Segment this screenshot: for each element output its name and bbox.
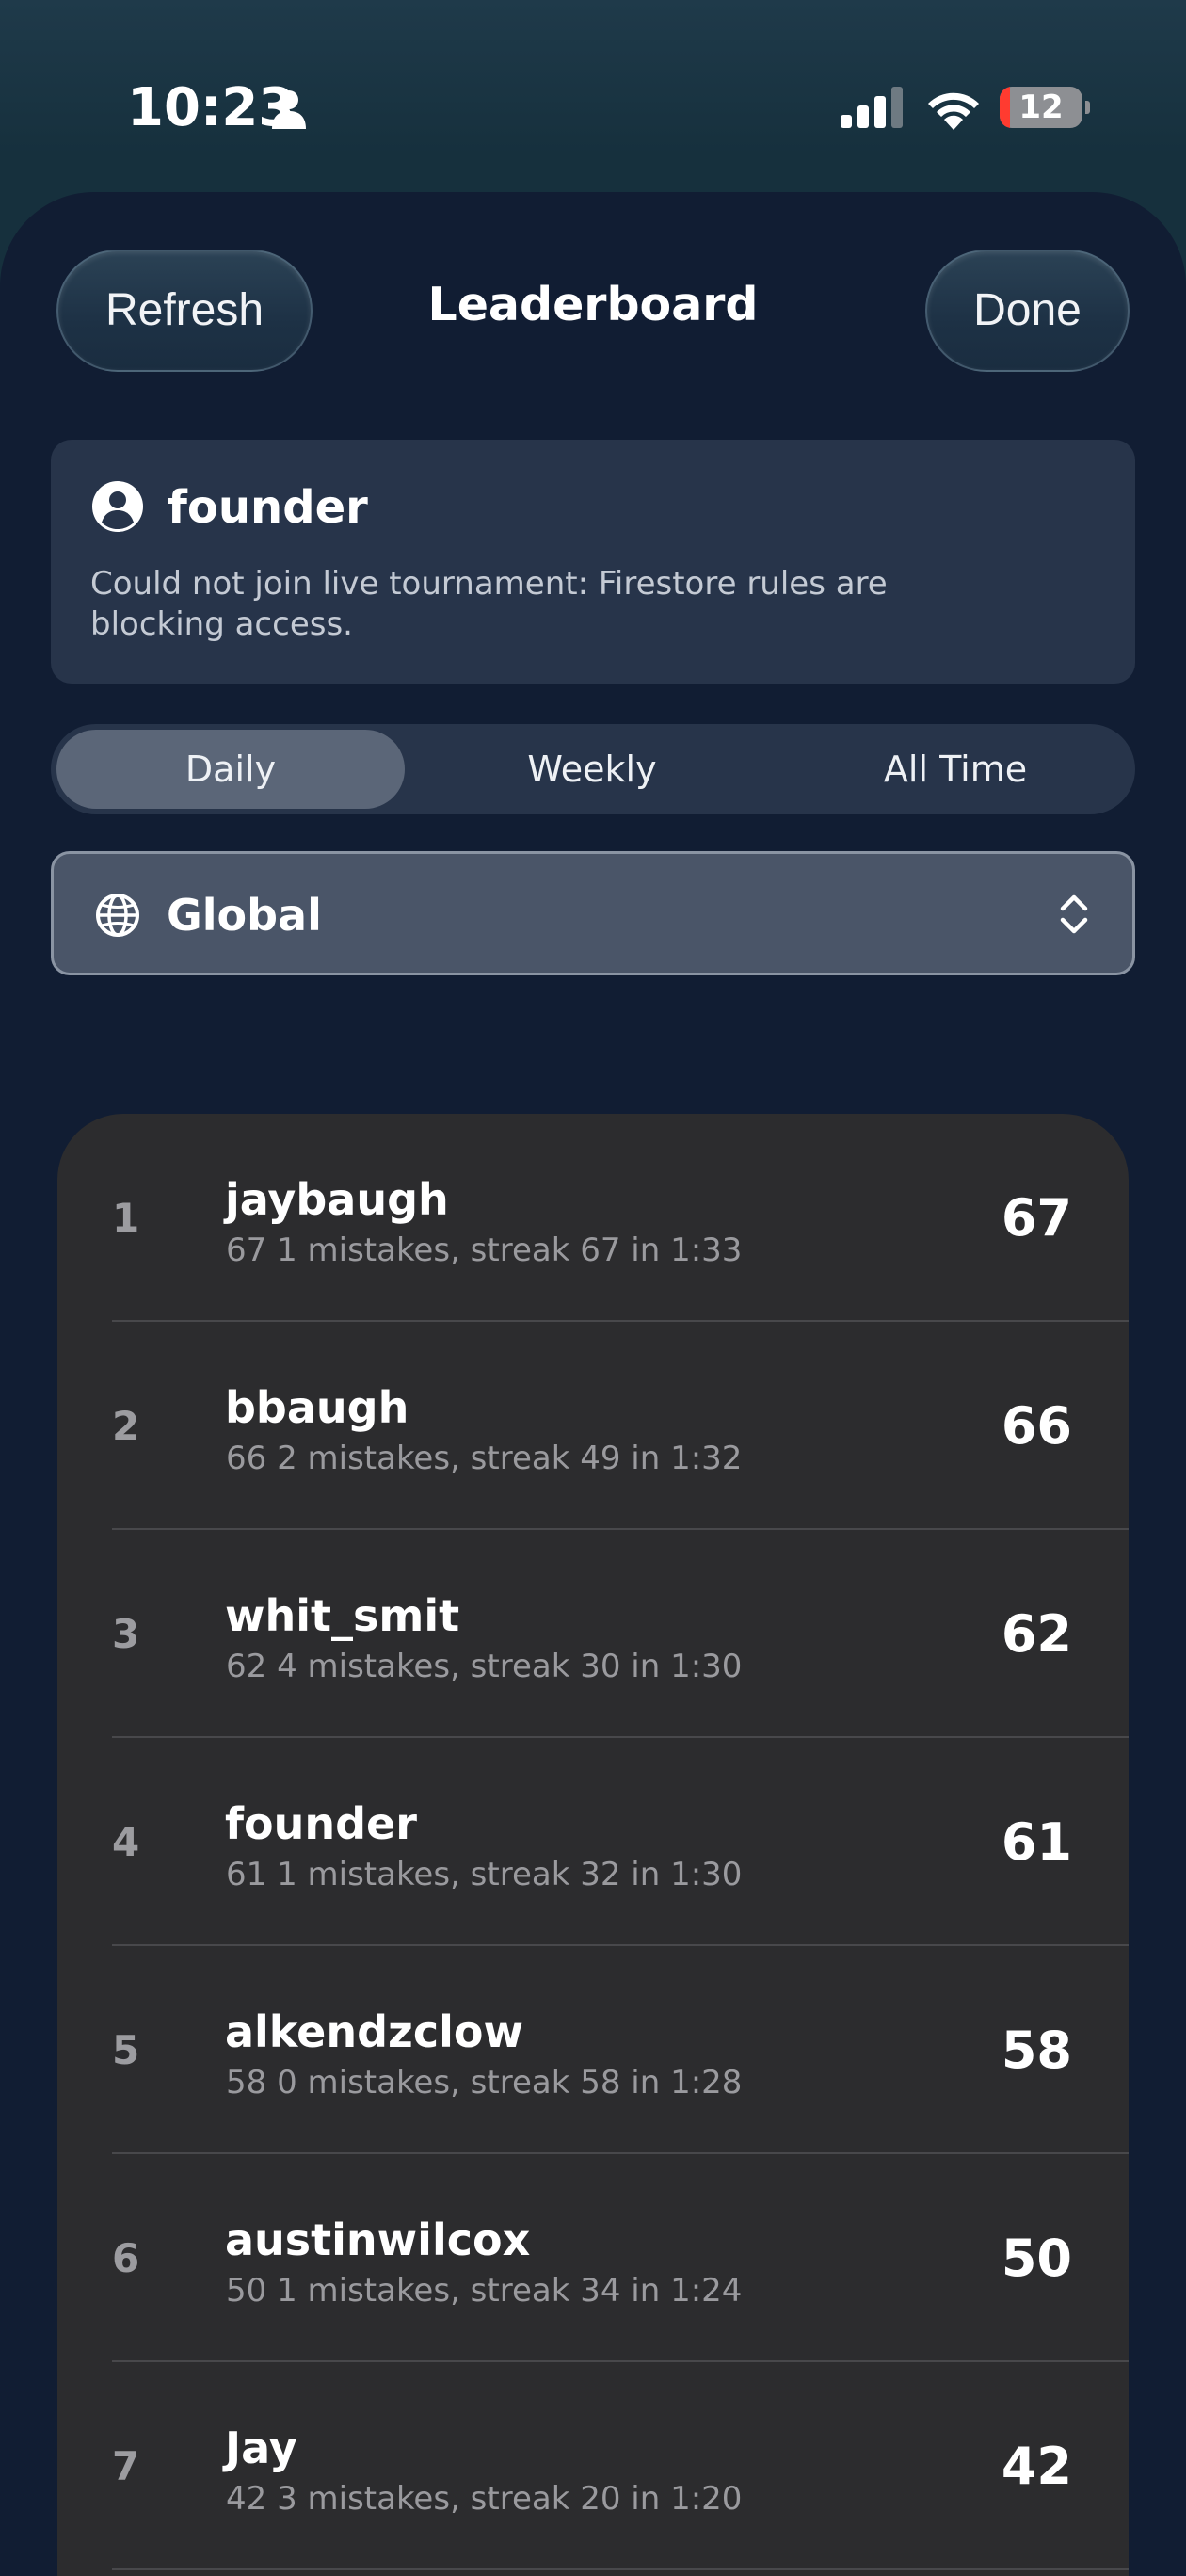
status-bar: 10:23 12 bbox=[0, 0, 1186, 188]
period-segmented-control: Daily Weekly All Time bbox=[51, 724, 1135, 814]
current-username: founder bbox=[168, 481, 368, 534]
player-score: 50 bbox=[1001, 2229, 1072, 2288]
player-name: jaybaugh bbox=[225, 1174, 449, 1225]
leaderboard-list: 1 jaybaugh 67 1 mistakes, streak 67 in 1:3… bbox=[57, 1114, 1129, 2576]
error-message: Could not join live tournament: Firestor… bbox=[90, 565, 888, 643]
tournament-status-card: founder Could not join live tournament: … bbox=[51, 440, 1135, 684]
globe-icon bbox=[96, 894, 139, 937]
battery-cap bbox=[1085, 101, 1090, 114]
player-score: 62 bbox=[1001, 1604, 1072, 1664]
tab-all-time[interactable]: All Time bbox=[781, 730, 1130, 809]
user-circle-icon bbox=[92, 481, 143, 532]
page-title: Leaderboard bbox=[427, 278, 759, 331]
leaderboard-row[interactable]: 2 bbaugh 66 2 mistakes, streak 49 in 1:32 6… bbox=[57, 1322, 1129, 1530]
wifi-icon bbox=[928, 92, 979, 130]
player-score: 66 bbox=[1001, 1396, 1072, 1456]
leaderboard-row[interactable]: 1 jaybaugh 67 1 mistakes, streak 67 in 1:3… bbox=[57, 1114, 1129, 1322]
player-name: whit_smit bbox=[225, 1590, 460, 1641]
player-name: alkendzclow bbox=[225, 2006, 523, 2057]
battery-level: 12 bbox=[1018, 89, 1064, 126]
player-stats: 66 2 mistakes, streak 49 in 1:32 bbox=[226, 1440, 743, 1477]
player-stats: 58 0 mistakes, streak 58 in 1:28 bbox=[226, 2064, 743, 2101]
leaderboard-row[interactable]: 6 austinwilcox 50 1 mistakes, streak 34 in… bbox=[57, 2154, 1129, 2362]
rank-label: 1 bbox=[112, 1195, 140, 1241]
player-name: bbaugh bbox=[225, 1382, 409, 1433]
player-score: 61 bbox=[1001, 1812, 1072, 1872]
player-name: founder bbox=[225, 1798, 417, 1849]
player-stats: 67 1 mistakes, streak 67 in 1:33 bbox=[226, 1232, 743, 1269]
player-score: 58 bbox=[1001, 2021, 1072, 2080]
player-stats: 62 4 mistakes, streak 30 in 1:30 bbox=[226, 1648, 743, 1685]
player-stats: 61 1 mistakes, streak 32 in 1:30 bbox=[226, 1856, 743, 1893]
refresh-button[interactable]: Refresh bbox=[56, 250, 313, 372]
player-name: Jay bbox=[225, 2423, 297, 2473]
leaderboard-row[interactable]: 4 founder 61 1 mistakes, streak 32 in 1:30… bbox=[57, 1738, 1129, 1946]
player-name: austinwilcox bbox=[225, 2214, 531, 2265]
done-button[interactable]: Done bbox=[925, 250, 1130, 372]
battery-body: 12 bbox=[1000, 87, 1082, 128]
rank-label: 6 bbox=[112, 2235, 140, 2281]
scope-selector[interactable]: Global bbox=[51, 851, 1135, 975]
rank-label: 5 bbox=[112, 2027, 140, 2073]
leaderboard-row[interactable]: 3 whit_smit 62 4 mistakes, streak 30 in 1:… bbox=[57, 1530, 1129, 1738]
rank-label: 4 bbox=[112, 1819, 140, 1865]
signal-icon bbox=[841, 87, 903, 128]
player-stats: 50 1 mistakes, streak 34 in 1:24 bbox=[226, 2272, 743, 2310]
row-divider bbox=[112, 2568, 1129, 2570]
person-icon bbox=[272, 90, 306, 129]
battery-icon: 12 bbox=[1000, 87, 1090, 128]
tab-daily[interactable]: Daily bbox=[56, 730, 405, 809]
rank-label: 7 bbox=[112, 2443, 140, 2489]
leaderboard-row[interactable]: 7 Jay 42 3 mistakes, streak 20 in 1:20 42 bbox=[57, 2362, 1129, 2570]
chevron-updown-icon bbox=[1060, 894, 1088, 934]
player-score: 67 bbox=[1001, 1188, 1072, 1248]
rank-label: 3 bbox=[112, 1611, 140, 1657]
leaderboard-row[interactable]: 5 alkendzclow 58 0 mistakes, streak 58 in … bbox=[57, 1946, 1129, 2154]
scope-selected-value: Global bbox=[167, 890, 322, 941]
player-stats: 42 3 mistakes, streak 20 in 1:20 bbox=[226, 2480, 743, 2518]
rank-label: 2 bbox=[112, 1403, 140, 1449]
player-score: 42 bbox=[1001, 2437, 1072, 2496]
tab-weekly[interactable]: Weekly bbox=[418, 730, 766, 809]
